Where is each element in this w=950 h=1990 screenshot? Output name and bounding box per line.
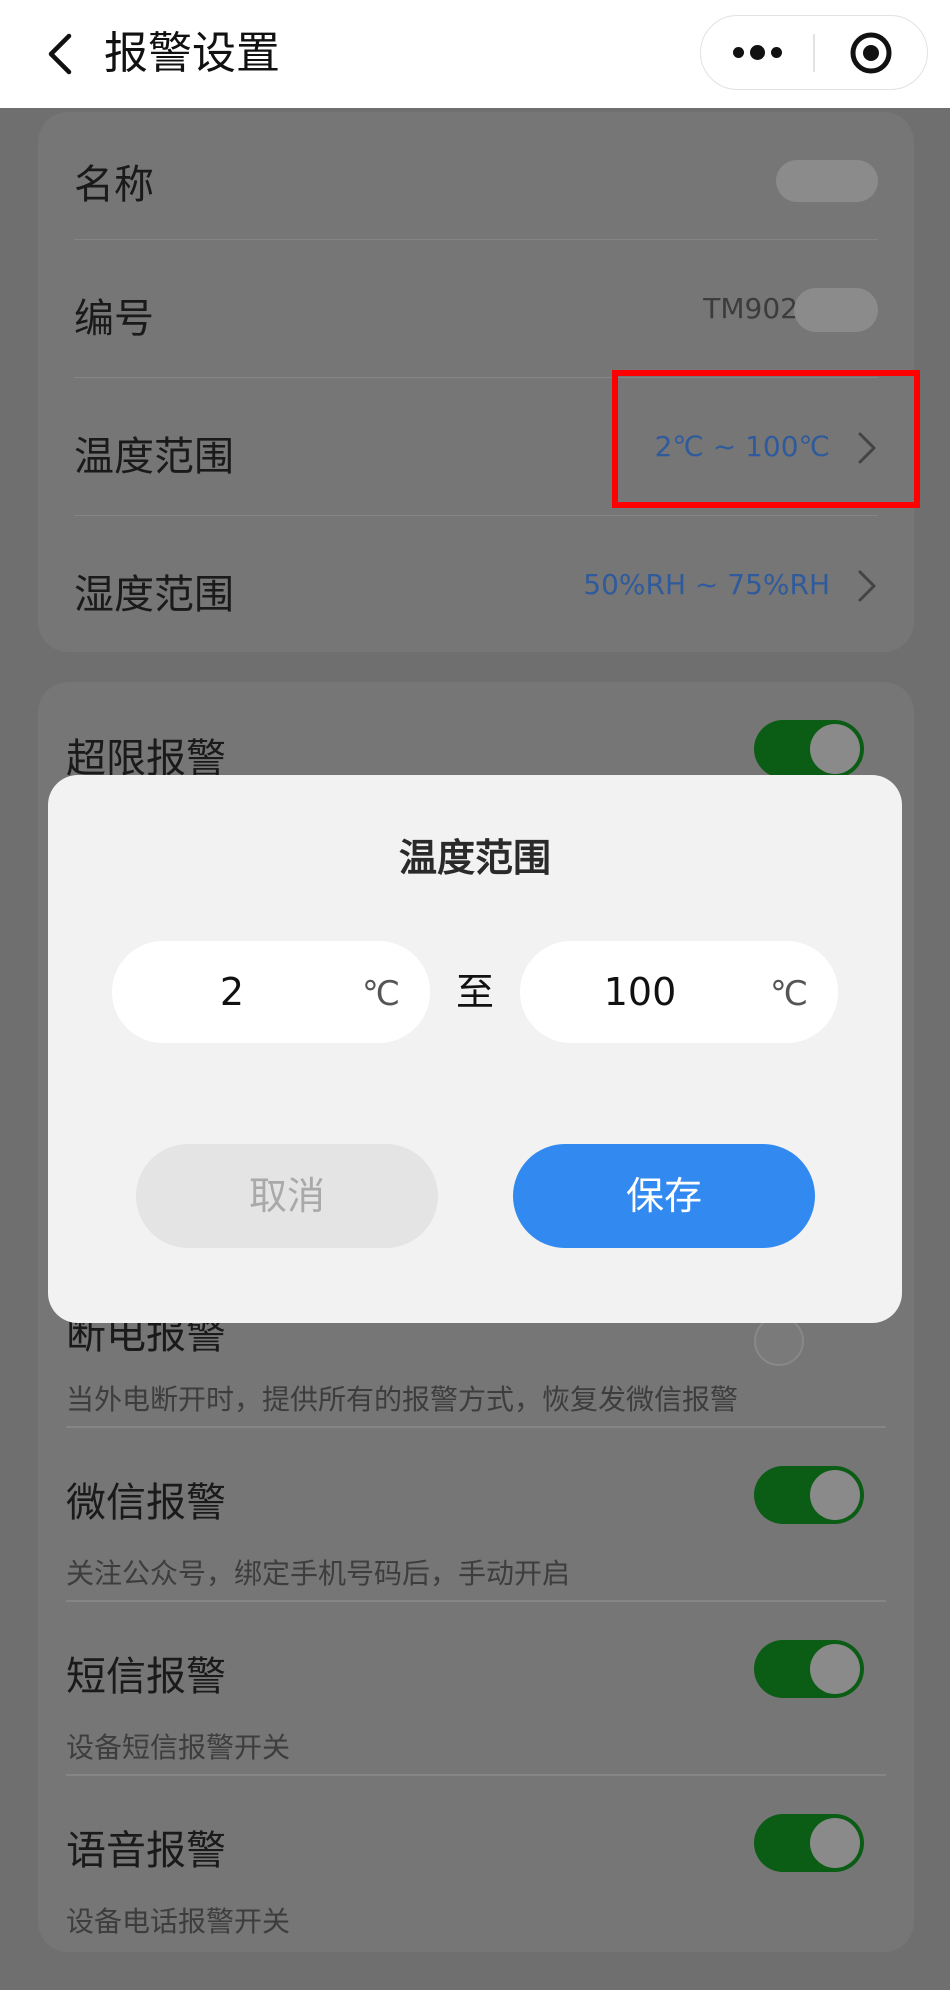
sms-alarm-toggle[interactable]	[754, 1640, 864, 1698]
more-button[interactable]	[701, 16, 813, 89]
wechat-alarm-toggle[interactable]	[754, 1466, 864, 1524]
chevron-right-icon	[858, 570, 876, 602]
min-temperature-input[interactable]: 2 ℃	[112, 941, 430, 1043]
serial-redacted	[794, 288, 878, 332]
voice-alarm-toggle[interactable]	[754, 1814, 864, 1872]
humidity-range-row[interactable]: 湿度范围 50%RH ~ 75%RH	[74, 516, 878, 652]
name-value-redacted	[776, 160, 878, 202]
divider	[66, 1774, 886, 1776]
wechat-alarm-label: 微信报警	[66, 1480, 226, 1526]
chevron-left-icon	[48, 33, 72, 75]
page-title: 报警设置	[104, 28, 280, 79]
min-temperature-value: 2	[219, 970, 245, 1014]
range-separator: 至	[455, 970, 494, 1014]
serial-row: 编号 TM902	[74, 240, 878, 378]
save-button[interactable]: 保存	[513, 1144, 815, 1248]
sms-alarm-label: 短信报警	[66, 1654, 226, 1700]
temperature-range-label: 温度范围	[74, 434, 234, 480]
mini-program-capsule	[700, 15, 928, 90]
name-row: 名称	[74, 112, 878, 240]
back-button[interactable]	[30, 24, 90, 84]
close-button[interactable]	[815, 16, 927, 89]
highlight-box	[612, 370, 920, 508]
sms-alarm-desc: 设备短信报警开关	[66, 1731, 291, 1764]
nav-bar: 报警设置	[0, 0, 950, 108]
serial-label: 编号	[74, 296, 154, 342]
serial-value: TM902	[703, 292, 798, 325]
max-temperature-input[interactable]: 100 ℃	[520, 941, 838, 1043]
voice-alarm-desc: 设备电话报警开关	[66, 1905, 291, 1938]
humidity-range-label: 湿度范围	[74, 572, 234, 618]
dialog-title: 温度范围	[398, 836, 551, 880]
power-off-alarm-desc: 当外电断开时，提供所有的报警方式，恢复发微信报警	[66, 1383, 739, 1416]
cancel-button[interactable]: 取消	[136, 1144, 438, 1248]
wechat-alarm-desc: 关注公众号，绑定手机号码后，手动开启	[66, 1557, 571, 1590]
over-limit-alarm-toggle[interactable]	[754, 720, 864, 778]
humidity-range-value: 50%RH ~ 75%RH	[583, 568, 830, 601]
more-dots-icon	[732, 47, 744, 58]
max-temperature-value: 100	[603, 970, 677, 1014]
divider	[66, 1426, 886, 1428]
target-circle-icon	[850, 32, 892, 73]
celsius-unit: ℃	[361, 974, 400, 1014]
divider	[66, 1600, 886, 1602]
name-label: 名称	[74, 162, 154, 208]
voice-alarm-label: 语音报警	[66, 1828, 226, 1874]
temperature-range-dialog: 温度范围 2 ℃ 至 100 ℃ 取消 保存	[48, 775, 902, 1323]
celsius-unit: ℃	[769, 974, 808, 1014]
